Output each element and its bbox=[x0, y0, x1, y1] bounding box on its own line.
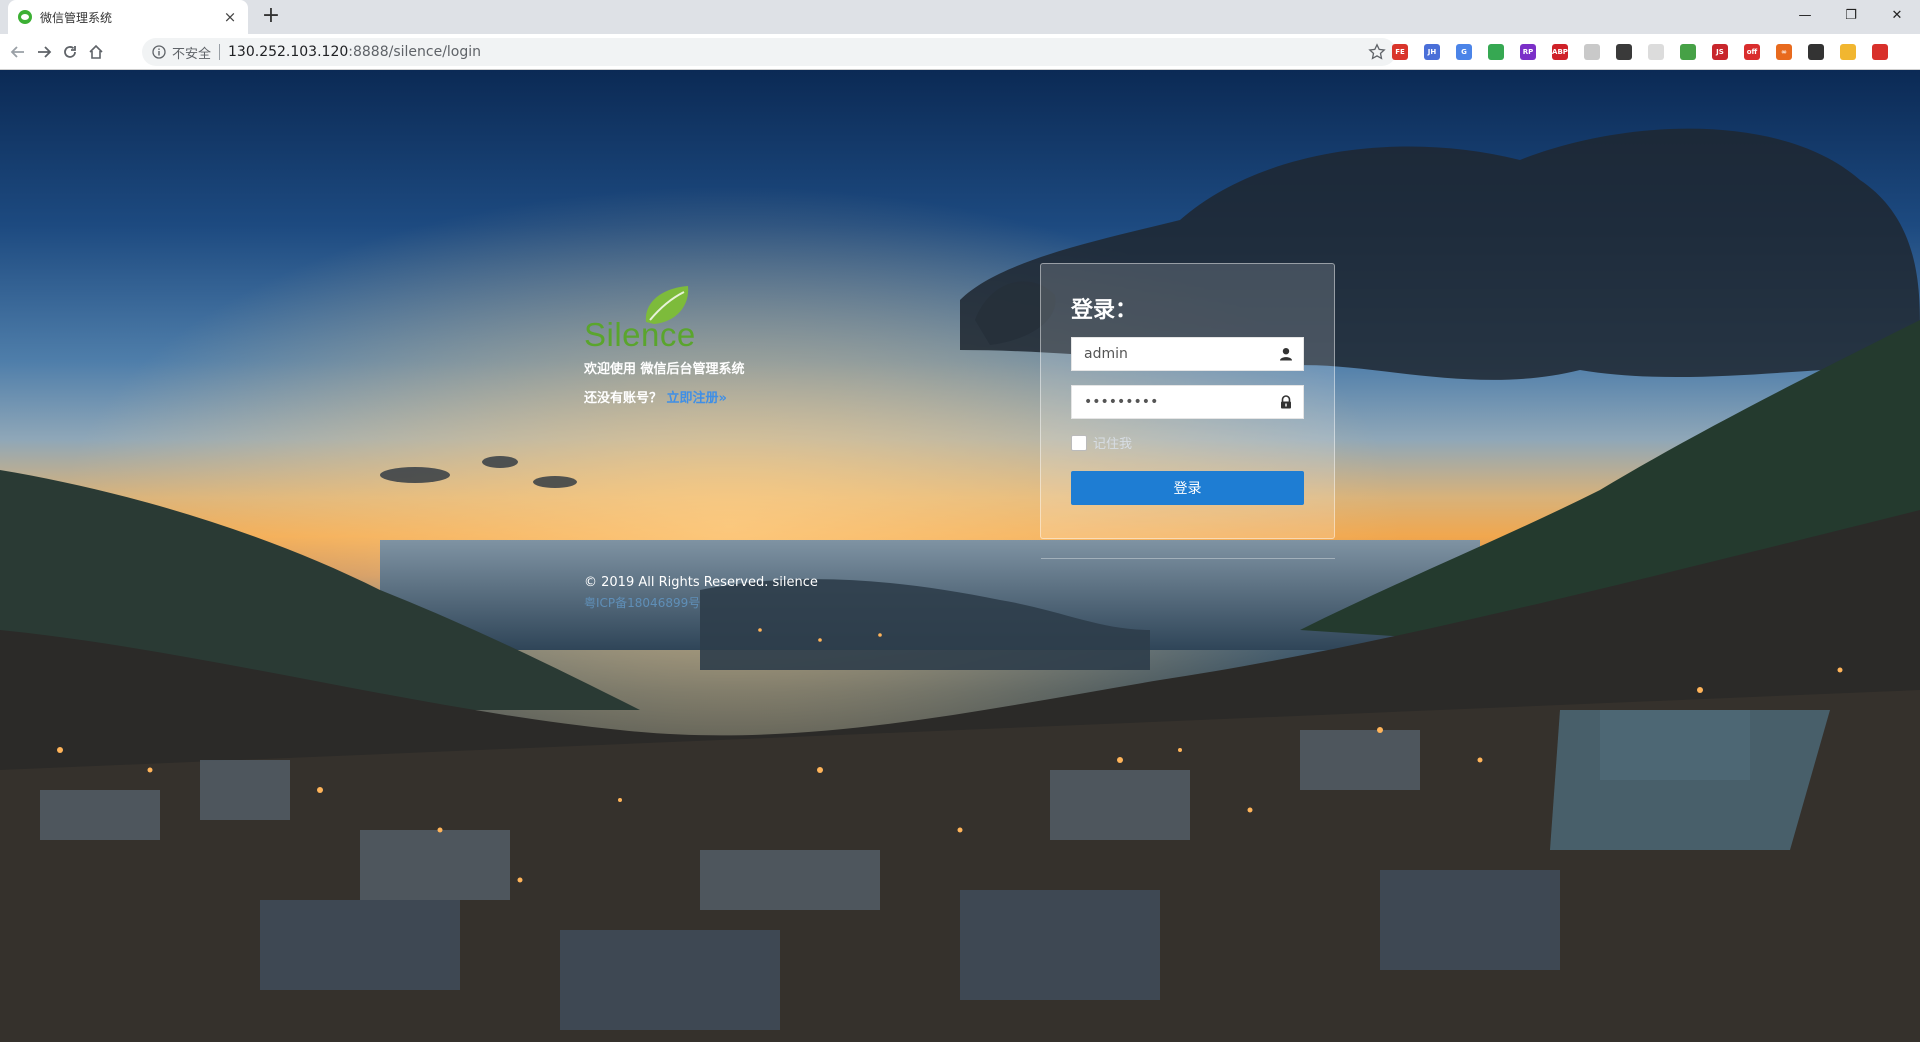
window-controls: — ❐ ✕ bbox=[1782, 0, 1920, 30]
reload-button[interactable] bbox=[56, 38, 84, 66]
username-field-wrapper bbox=[1071, 337, 1304, 371]
login-panel: 登录： 记住我 登录 bbox=[1040, 263, 1335, 539]
chrome-ext-icon[interactable] bbox=[1488, 44, 1504, 60]
sync-icon[interactable] bbox=[1808, 44, 1824, 60]
url-path: :8888/silence/login bbox=[348, 44, 482, 60]
adblock-icon[interactable]: ABP bbox=[1552, 44, 1568, 60]
footer: © 2019 All Rights Reserved. silence 粤ICP… bbox=[584, 575, 818, 611]
remember-me-row: 记住我 bbox=[1071, 433, 1304, 452]
update-icon[interactable] bbox=[1872, 44, 1888, 60]
tab-title: 微信管理系统 bbox=[40, 10, 113, 25]
new-tab-button[interactable]: + bbox=[258, 4, 284, 30]
emoji-icon[interactable] bbox=[1840, 44, 1856, 60]
home-icon bbox=[89, 44, 103, 59]
login-title: 登录： bbox=[1071, 298, 1138, 323]
login-button[interactable]: 登录 bbox=[1071, 471, 1304, 505]
password-input[interactable] bbox=[1072, 386, 1303, 418]
address-bar[interactable]: 不安全 130.252.103.120 :8888/silence/login bbox=[142, 38, 1396, 66]
password-field-wrapper bbox=[1071, 385, 1304, 419]
tool-icon[interactable] bbox=[1616, 44, 1632, 60]
arrow-right-icon bbox=[38, 46, 52, 58]
divider-line bbox=[1041, 558, 1335, 559]
remember-me-checkbox[interactable] bbox=[1071, 434, 1087, 451]
username-input[interactable] bbox=[1072, 338, 1303, 370]
browser-tabstrip: 微信管理系统 × + — ❐ ✕ bbox=[0, 0, 1920, 34]
user-icon bbox=[1280, 348, 1292, 361]
forward-button[interactable] bbox=[30, 38, 58, 66]
arrow-left-icon bbox=[10, 46, 24, 58]
register-prompt: 还没有账号？ bbox=[584, 391, 663, 406]
js-icon[interactable]: JS bbox=[1712, 44, 1728, 60]
register-row: 还没有账号？ 立即注册» bbox=[584, 387, 745, 406]
register-link[interactable]: 立即注册» bbox=[667, 391, 727, 406]
translate-icon[interactable]: G bbox=[1456, 44, 1472, 60]
restore-button[interactable]: ❐ bbox=[1828, 0, 1874, 30]
download-icon[interactable] bbox=[1680, 44, 1696, 60]
icp-link[interactable]: 粤ICP备18046899号 bbox=[584, 594, 818, 611]
jh-icon[interactable]: JH bbox=[1424, 44, 1440, 60]
address-divider bbox=[219, 44, 221, 60]
reload-icon bbox=[64, 46, 76, 58]
login-page: Silence 欢迎使用 微信后台管理系统 还没有账号？ 立即注册» © 201… bbox=[0, 70, 1920, 1042]
background-scenery-image bbox=[0, 70, 1920, 1042]
info-icon[interactable] bbox=[152, 45, 166, 59]
logo-text: Silence bbox=[584, 316, 696, 353]
tab-close-icon[interactable]: × bbox=[222, 8, 238, 26]
bookmark-star-icon[interactable] bbox=[1368, 43, 1386, 61]
url-host: 130.252.103.120 bbox=[228, 44, 349, 60]
copyright-text: © 2019 All Rights Reserved. silence bbox=[584, 575, 818, 590]
rp-icon[interactable]: RP bbox=[1520, 44, 1536, 60]
remember-me-label: 记住我 bbox=[1093, 437, 1133, 452]
fe-helper-icon[interactable]: FE bbox=[1392, 44, 1408, 60]
welcome-text: 欢迎使用 微信后台管理系统 bbox=[584, 362, 745, 377]
silence-logo: Silence bbox=[584, 282, 704, 353]
extensions-bar: FE JH G RP ABP JS off ∞ bbox=[1392, 42, 1904, 62]
link-icon[interactable]: ∞ bbox=[1776, 44, 1792, 60]
ext-gray-icon[interactable] bbox=[1584, 44, 1600, 60]
close-window-button[interactable]: ✕ bbox=[1874, 0, 1920, 30]
home-button[interactable] bbox=[82, 38, 110, 66]
minimize-button[interactable]: — bbox=[1782, 0, 1828, 30]
back-button[interactable] bbox=[4, 38, 32, 66]
wechat-favicon-icon bbox=[18, 10, 32, 24]
ext-light-icon[interactable] bbox=[1648, 44, 1664, 60]
off-icon[interactable]: off bbox=[1744, 44, 1760, 60]
brand-block: Silence 欢迎使用 微信后台管理系统 还没有账号？ 立即注册» bbox=[584, 282, 745, 406]
browser-toolbar: 不安全 130.252.103.120 :8888/silence/login … bbox=[0, 34, 1920, 70]
browser-tab[interactable]: 微信管理系统 × bbox=[8, 0, 248, 34]
security-label: 不安全 bbox=[172, 46, 212, 62]
lock-icon bbox=[1281, 395, 1291, 409]
